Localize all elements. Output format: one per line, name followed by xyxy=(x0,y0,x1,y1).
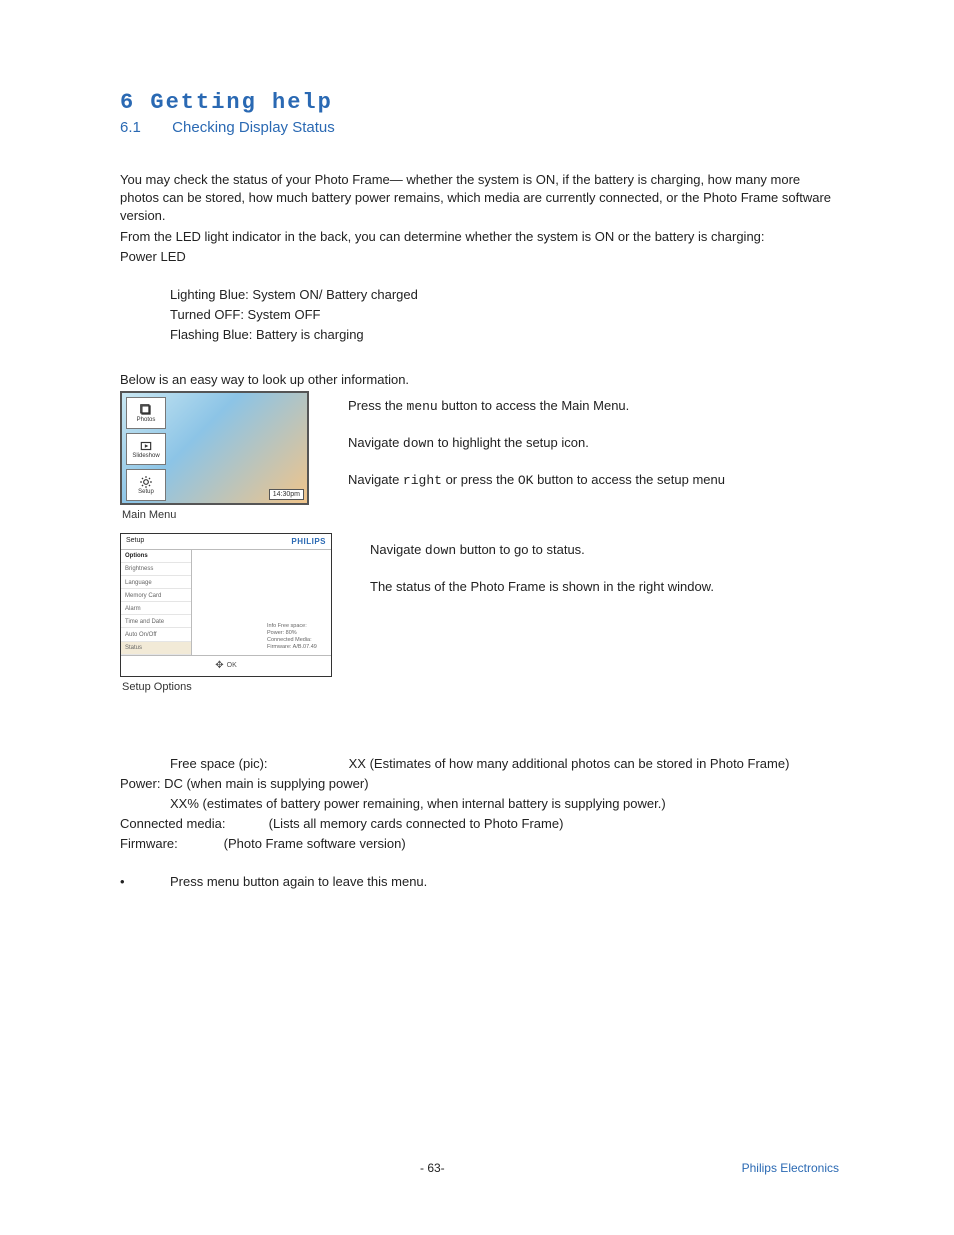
connected-media-label: Connected media: xyxy=(120,815,265,833)
firmware-line: Firmware: (Photo Frame software version) xyxy=(120,835,839,853)
setup-button: Setup xyxy=(126,469,166,501)
setup-label: Setup xyxy=(138,489,154,495)
step-3: Navigate right or press the OK button to… xyxy=(348,471,839,490)
section-number: 6.1 xyxy=(120,119,168,136)
info-pane: Info Free space: Power: 80% Connected Me… xyxy=(192,550,331,655)
firmware-value: (Photo Frame software version) xyxy=(224,836,406,851)
final-bullet-text: Press menu button again to leave this me… xyxy=(170,874,427,889)
setup-header: Setup PHILIPS xyxy=(121,534,331,550)
option-alarm: Alarm xyxy=(121,602,191,615)
down-key: down xyxy=(403,436,434,451)
time-label: 14:30pm xyxy=(269,489,304,500)
led-line-3: Flashing Blue: Battery is charging xyxy=(120,326,839,344)
screenshot-main-menu: Photos Slideshow Setup 14:30pm xyxy=(120,391,309,505)
instruction-column-2: Navigate down button to go to status. Th… xyxy=(348,533,839,614)
figure-column-2: Setup PHILIPS Options Brightness Languag… xyxy=(120,533,330,705)
free-space-value: XX (Estimates of how many additional pho… xyxy=(349,756,790,771)
connected-media-value: (Lists all memory cards connected to Pho… xyxy=(269,816,564,831)
info-media: Connected Media: xyxy=(267,637,327,644)
intro-paragraph-3: Power LED xyxy=(120,248,839,266)
option-brightness: Brightness xyxy=(121,563,191,576)
photos-label: Photos xyxy=(137,417,156,423)
figure-block-2: Setup PHILIPS Options Brightness Languag… xyxy=(120,533,839,705)
options-heading: Options xyxy=(121,550,191,563)
step-2: Navigate down to highlight the setup ico… xyxy=(348,434,839,453)
ok-key: OK xyxy=(518,473,534,488)
figure-block-1: Photos Slideshow Setup 14:30pm Main Menu xyxy=(120,391,839,533)
chapter-title: 6 Getting help xyxy=(120,90,839,115)
option-auto-onoff: Auto On/Off xyxy=(121,628,191,641)
info-firmware: Firmware: A/B.07.49 xyxy=(267,644,327,651)
connected-media-line: Connected media: (Lists all memory cards… xyxy=(120,815,839,833)
step-4: Navigate down button to go to status. xyxy=(370,541,839,560)
manual-page: 6 Getting help 6.1 Checking Display Stat… xyxy=(0,0,954,1235)
option-time-date: Time and Date xyxy=(121,615,191,628)
intro-paragraph-1: You may check the status of your Photo F… xyxy=(120,171,839,226)
led-line-2: Turned OFF: System OFF xyxy=(120,306,839,324)
instruction-column-1: Press the menu button to access the Main… xyxy=(348,391,839,509)
right-key: right xyxy=(403,473,442,488)
free-space-line: Free space (pic): XX (Estimates of how m… xyxy=(120,755,839,773)
screenshot-setup-options: Setup PHILIPS Options Brightness Languag… xyxy=(120,533,332,677)
option-memory-card: Memory Card xyxy=(121,589,191,602)
firmware-label: Firmware: xyxy=(120,835,220,853)
setup-body: Options Brightness Language Memory Card … xyxy=(121,550,331,655)
options-list: Options Brightness Language Memory Card … xyxy=(121,550,192,655)
gear-icon xyxy=(139,475,153,489)
slideshow-button: Slideshow xyxy=(126,433,166,465)
dpad-icon: ✥ xyxy=(215,664,223,667)
page-number: - 63- xyxy=(420,1161,445,1175)
ok-label: OK xyxy=(227,662,237,669)
intro-paragraph-2: From the LED light indicator in the back… xyxy=(120,228,839,246)
caption-setup-options: Setup Options xyxy=(122,681,330,693)
section-title: 6.1 Checking Display Status xyxy=(120,119,839,136)
photos-button: Photos xyxy=(126,397,166,429)
philips-brand: PHILIPS xyxy=(291,537,326,546)
setup-footer: ✥ OK xyxy=(121,655,331,676)
footer-brand: Philips Electronics xyxy=(742,1161,839,1175)
power-line: Power: DC (when main is supplying power) xyxy=(120,775,839,793)
final-bullet-row: • Press menu button again to leave this … xyxy=(120,874,839,889)
info-power: Power: 80% xyxy=(267,630,327,637)
option-status: Status xyxy=(121,642,191,655)
below-line: Below is an easy way to look up other in… xyxy=(120,371,839,389)
info-text: Info Free space: Power: 80% Connected Me… xyxy=(267,623,327,651)
led-line-1: Lighting Blue: System ON/ Battery charge… xyxy=(120,286,839,304)
slideshow-label: Slideshow xyxy=(132,453,159,459)
step-1: Press the menu button to access the Main… xyxy=(348,397,839,416)
info-free-space: Info Free space: xyxy=(267,623,327,630)
caption-main-menu: Main Menu xyxy=(122,509,330,521)
figure-column-1: Photos Slideshow Setup 14:30pm Main Menu xyxy=(120,391,330,533)
power-indent-line: XX% (estimates of battery power remainin… xyxy=(120,795,839,813)
photos-icon xyxy=(139,403,153,417)
down-key-2: down xyxy=(425,543,456,558)
menu-panel: Photos Slideshow Setup xyxy=(126,397,166,501)
setup-title: Setup xyxy=(126,537,144,546)
bullet-icon: • xyxy=(120,874,170,889)
section-name: Checking Display Status xyxy=(172,119,335,136)
option-language: Language xyxy=(121,576,191,589)
free-space-label: Free space (pic): xyxy=(170,755,345,773)
page-footer: - 63- Philips Electronics xyxy=(0,1161,954,1175)
menu-key: menu xyxy=(407,399,438,414)
step-5: The status of the Photo Frame is shown i… xyxy=(370,578,839,596)
slideshow-icon xyxy=(139,439,153,453)
